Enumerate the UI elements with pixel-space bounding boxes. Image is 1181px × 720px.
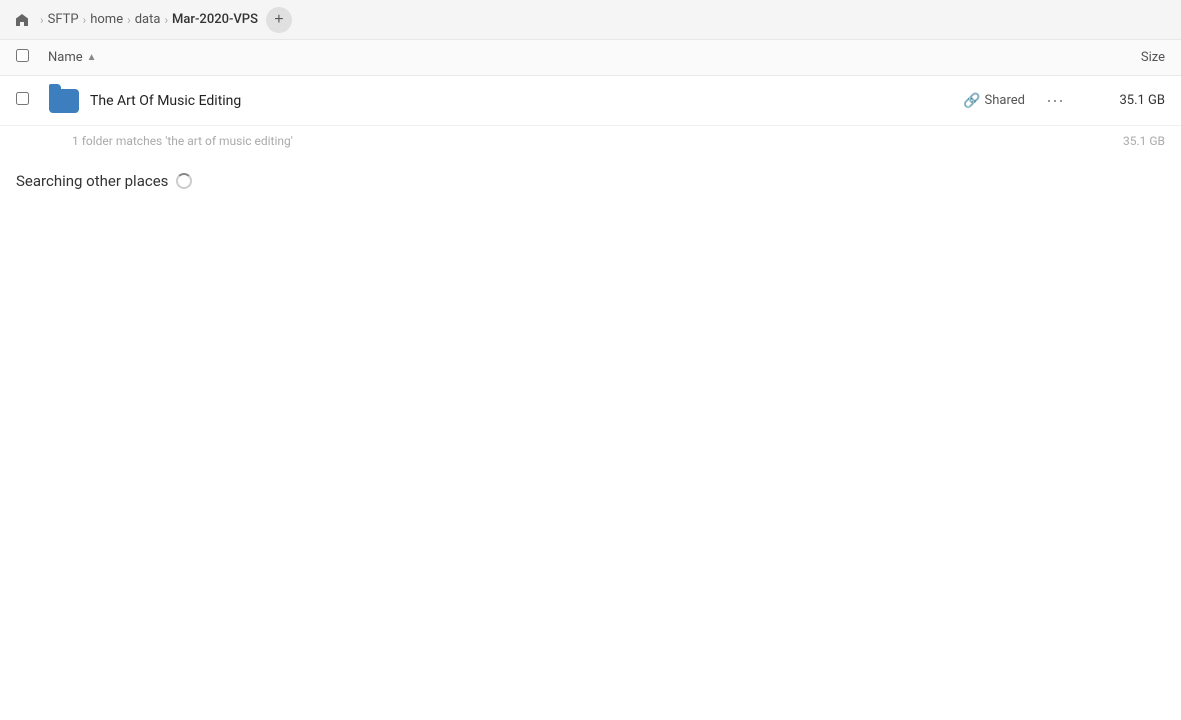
sort-arrow-icon: ▲ <box>87 52 97 63</box>
more-options-button[interactable]: ··· <box>1041 87 1069 115</box>
file-name-label: The Art Of Music Editing <box>90 93 963 109</box>
searching-label: Searching other places <box>16 172 168 190</box>
folder-icon <box>49 89 79 113</box>
column-headers: Name ▲ Size <box>0 40 1181 76</box>
file-checkbox-wrapper[interactable] <box>16 92 40 109</box>
breadcrumb-sep-3: › <box>164 13 168 27</box>
match-info-bar: 1 folder matches 'the art of music editi… <box>0 126 1181 152</box>
size-column-header[interactable]: Size <box>1065 50 1165 65</box>
file-checkbox[interactable] <box>16 92 29 105</box>
link-icon: 🔗 <box>963 93 980 109</box>
breadcrumb-item-mar2020[interactable]: Mar-2020-VPS <box>172 12 258 27</box>
file-size-value: 35.1 GB <box>1085 93 1165 108</box>
add-tab-button[interactable]: + <box>266 7 292 33</box>
name-column-header[interactable]: Name ▲ <box>48 50 1065 65</box>
name-column-label: Name <box>48 50 83 65</box>
breadcrumb-sep-1: › <box>83 13 87 27</box>
breadcrumb-sep-2: › <box>127 13 131 27</box>
searching-section: Searching other places <box>0 152 1181 198</box>
shared-badge: 🔗 Shared <box>963 93 1025 109</box>
select-all-checkbox[interactable] <box>16 49 29 62</box>
breadcrumb-item-data[interactable]: data <box>135 12 161 27</box>
table-row[interactable]: The Art Of Music Editing 🔗 Shared ··· 35… <box>0 76 1181 126</box>
match-info-text: 1 folder matches 'the art of music editi… <box>72 134 293 148</box>
breadcrumb-sep-0: › <box>40 13 44 27</box>
match-info-size: 35.1 GB <box>1123 134 1165 148</box>
select-all-checkbox-wrapper[interactable] <box>16 49 40 66</box>
shared-label: Shared <box>985 93 1025 108</box>
breadcrumb-bar: › SFTP › home › data › Mar-2020-VPS + <box>0 0 1181 40</box>
size-column-label: Size <box>1141 50 1165 65</box>
loading-spinner <box>176 173 192 189</box>
breadcrumb-item-sftp[interactable]: SFTP <box>48 12 79 27</box>
folder-icon-wrapper <box>48 85 80 117</box>
breadcrumb-item-home[interactable]: home <box>90 12 123 27</box>
home-icon[interactable] <box>12 10 32 30</box>
